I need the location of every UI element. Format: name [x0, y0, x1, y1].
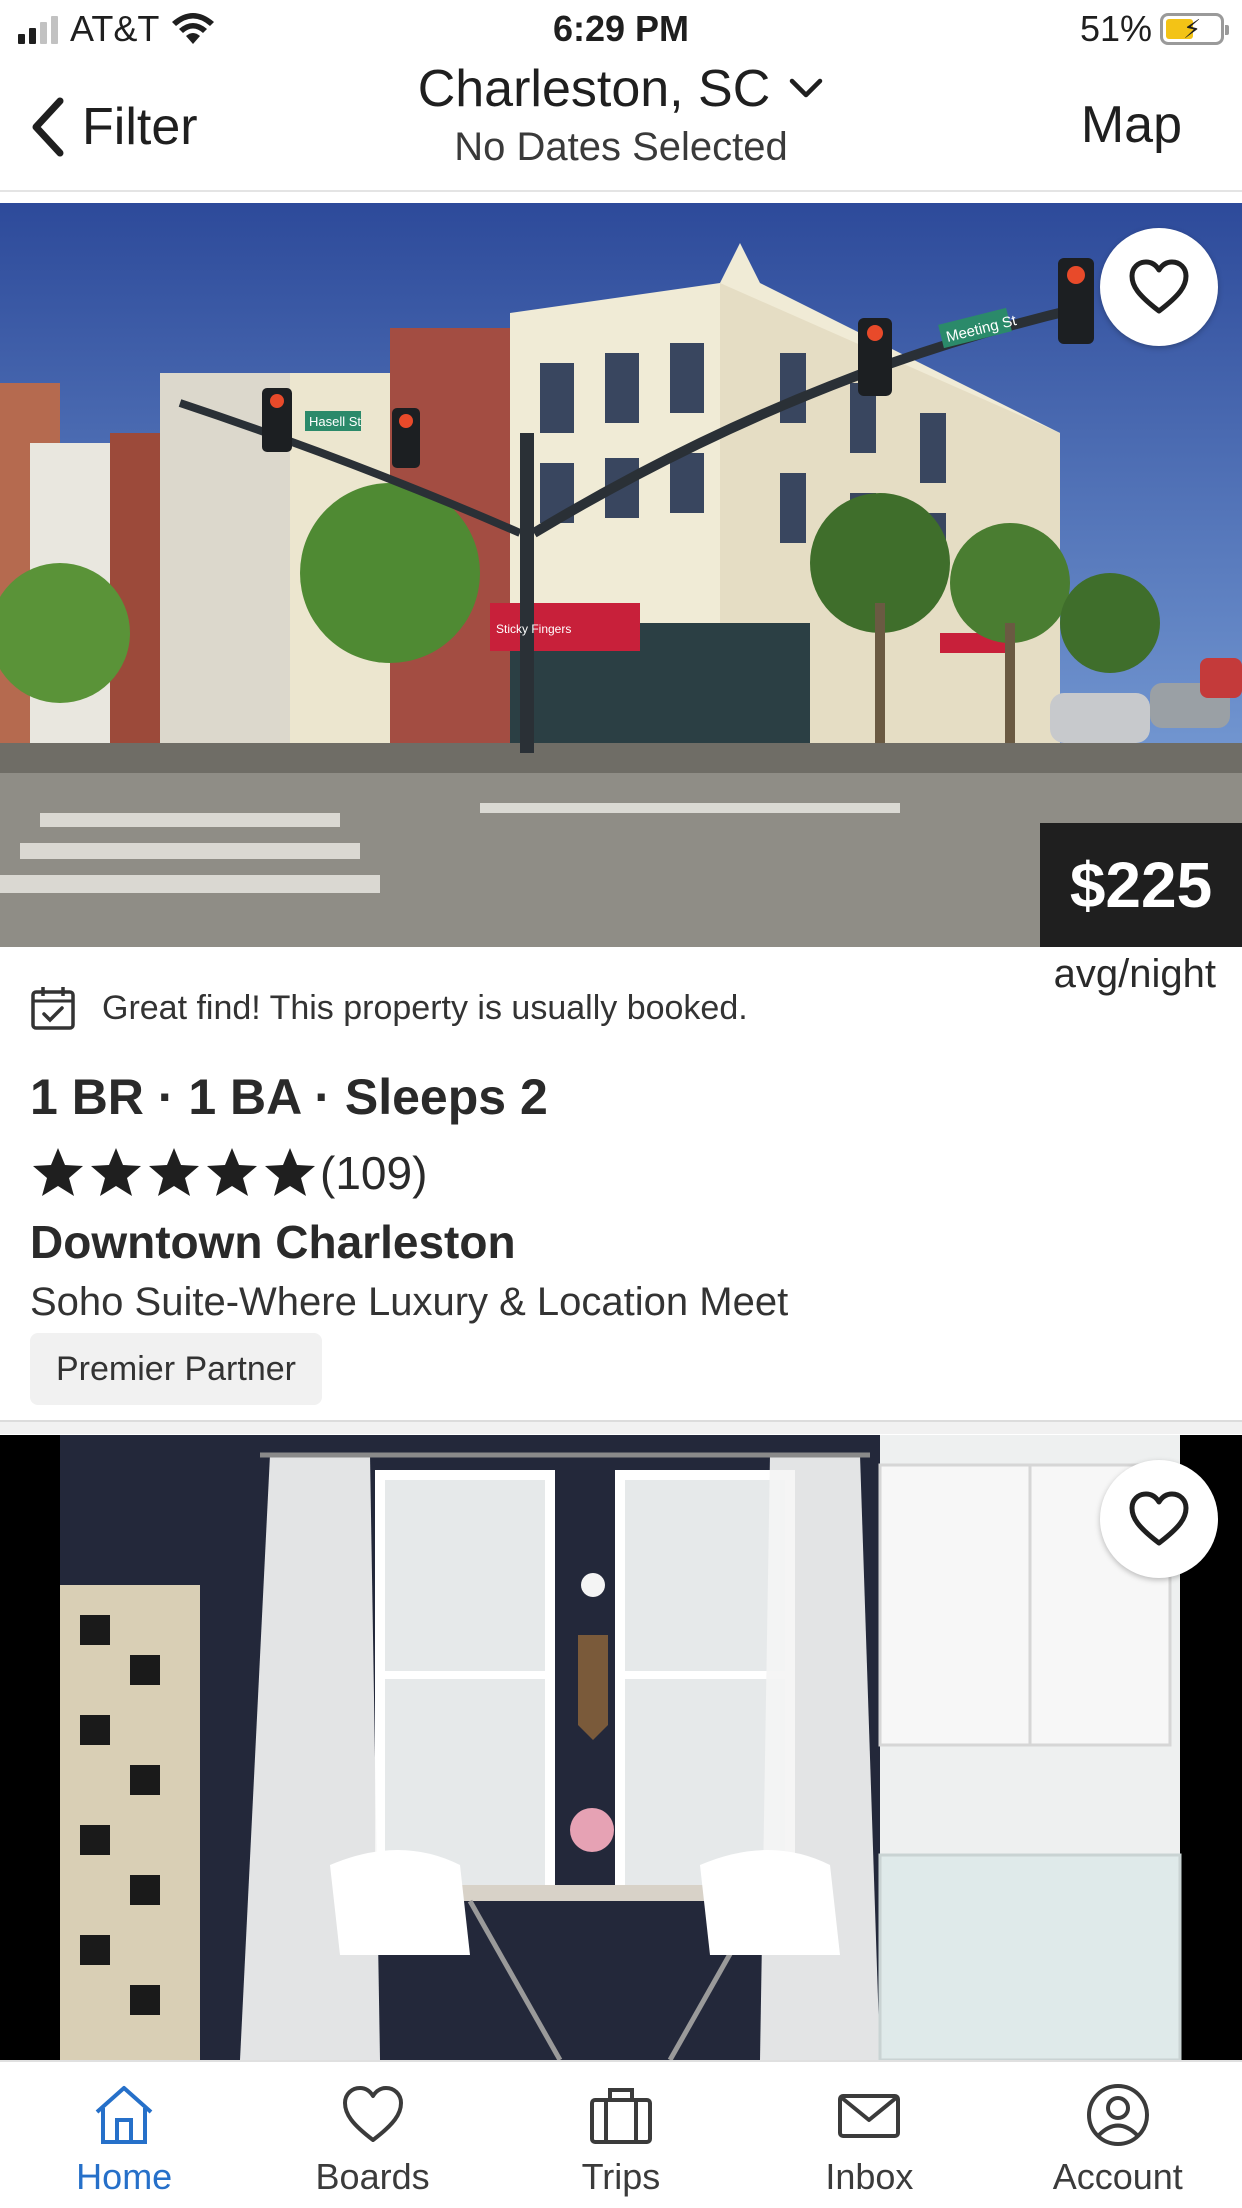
review-count: (109)	[320, 1147, 428, 1199]
listing-divider	[0, 1420, 1242, 1434]
heart-icon	[342, 2086, 403, 2142]
charging-bolt-icon: ⚡	[1183, 14, 1202, 44]
envelope-icon	[838, 2094, 901, 2138]
status-right: 51% ⚡	[1079, 8, 1229, 50]
nav-header: Filter Charleston, SC No Dates Selected …	[0, 55, 1242, 192]
user-circle-icon	[1086, 2084, 1149, 2146]
tab-label: Home	[76, 2156, 173, 2197]
map-button[interactable]: Map	[1081, 95, 1182, 155]
battery-percent: 51%	[1079, 8, 1152, 49]
listing-photo[interactable]	[0, 1435, 1242, 2060]
tab-trips[interactable]: Trips	[497, 2062, 745, 2208]
star-icon	[207, 1148, 257, 1196]
briefcase-icon	[589, 2088, 652, 2144]
listing-title[interactable]: Soho Suite-Where Luxury & Location Meet	[30, 1280, 788, 1325]
tab-label: Inbox	[825, 2156, 914, 2197]
interior-room-image	[0, 1435, 1242, 2060]
star-icon	[265, 1148, 315, 1196]
calendar-check-icon	[31, 987, 75, 1030]
clock: 6:29 PM	[552, 8, 690, 49]
status-bar: AT&T 6:29 PM 51% ⚡	[0, 0, 1242, 60]
tab-boards[interactable]: Boards	[248, 2062, 496, 2208]
svg-text:Hasell St: Hasell St	[309, 414, 361, 429]
chevron-down-icon	[790, 78, 823, 98]
favorite-button[interactable]	[1100, 228, 1218, 346]
star-icon	[33, 1148, 83, 1196]
location-selector[interactable]: Charleston, SC No Dates Selected	[0, 55, 1242, 170]
heart-icon	[1129, 1491, 1189, 1546]
tab-account[interactable]: Account	[994, 2062, 1242, 2208]
favorite-button[interactable]	[1100, 1460, 1218, 1578]
heart-icon	[1129, 259, 1189, 314]
price-unit: avg/night	[1053, 952, 1216, 996]
premier-partner-badge: Premier Partner	[30, 1333, 322, 1405]
tab-bar: Home Boards Trips Inbox Account	[0, 2060, 1242, 2208]
price-tag: $225	[1040, 823, 1242, 947]
search-results-screen: AT&T 6:29 PM 51% ⚡ Filter Charleston, SC…	[0, 0, 1242, 2208]
booking-notice: Great find! This property is usually boo…	[30, 985, 748, 1031]
home-icon	[95, 2086, 153, 2144]
star-rating	[30, 1145, 318, 1201]
tab-label: Trips	[581, 2156, 661, 2197]
listing-area: Downtown Charleston	[30, 1216, 516, 1268]
tab-inbox[interactable]: Inbox	[745, 2062, 993, 2208]
star-icon	[149, 1148, 199, 1196]
star-icon	[91, 1148, 141, 1196]
tab-label: Boards	[315, 2156, 430, 2197]
location-title[interactable]: Charleston, SC	[418, 59, 825, 119]
tab-label: Account	[1052, 2156, 1183, 2197]
battery-icon: ⚡	[1160, 13, 1229, 45]
listing-summary: 1 BR · 1 BA · Sleeps 2	[30, 1069, 548, 1125]
rating-row: (109)	[30, 1145, 427, 1201]
dates-label[interactable]: No Dates Selected	[0, 125, 1242, 170]
svg-text:Sticky Fingers: Sticky Fingers	[496, 622, 571, 636]
location-label: Charleston, SC	[417, 60, 771, 118]
booking-notice-text: Great find! This property is usually boo…	[102, 988, 748, 1027]
tab-home[interactable]: Home	[0, 2062, 248, 2208]
